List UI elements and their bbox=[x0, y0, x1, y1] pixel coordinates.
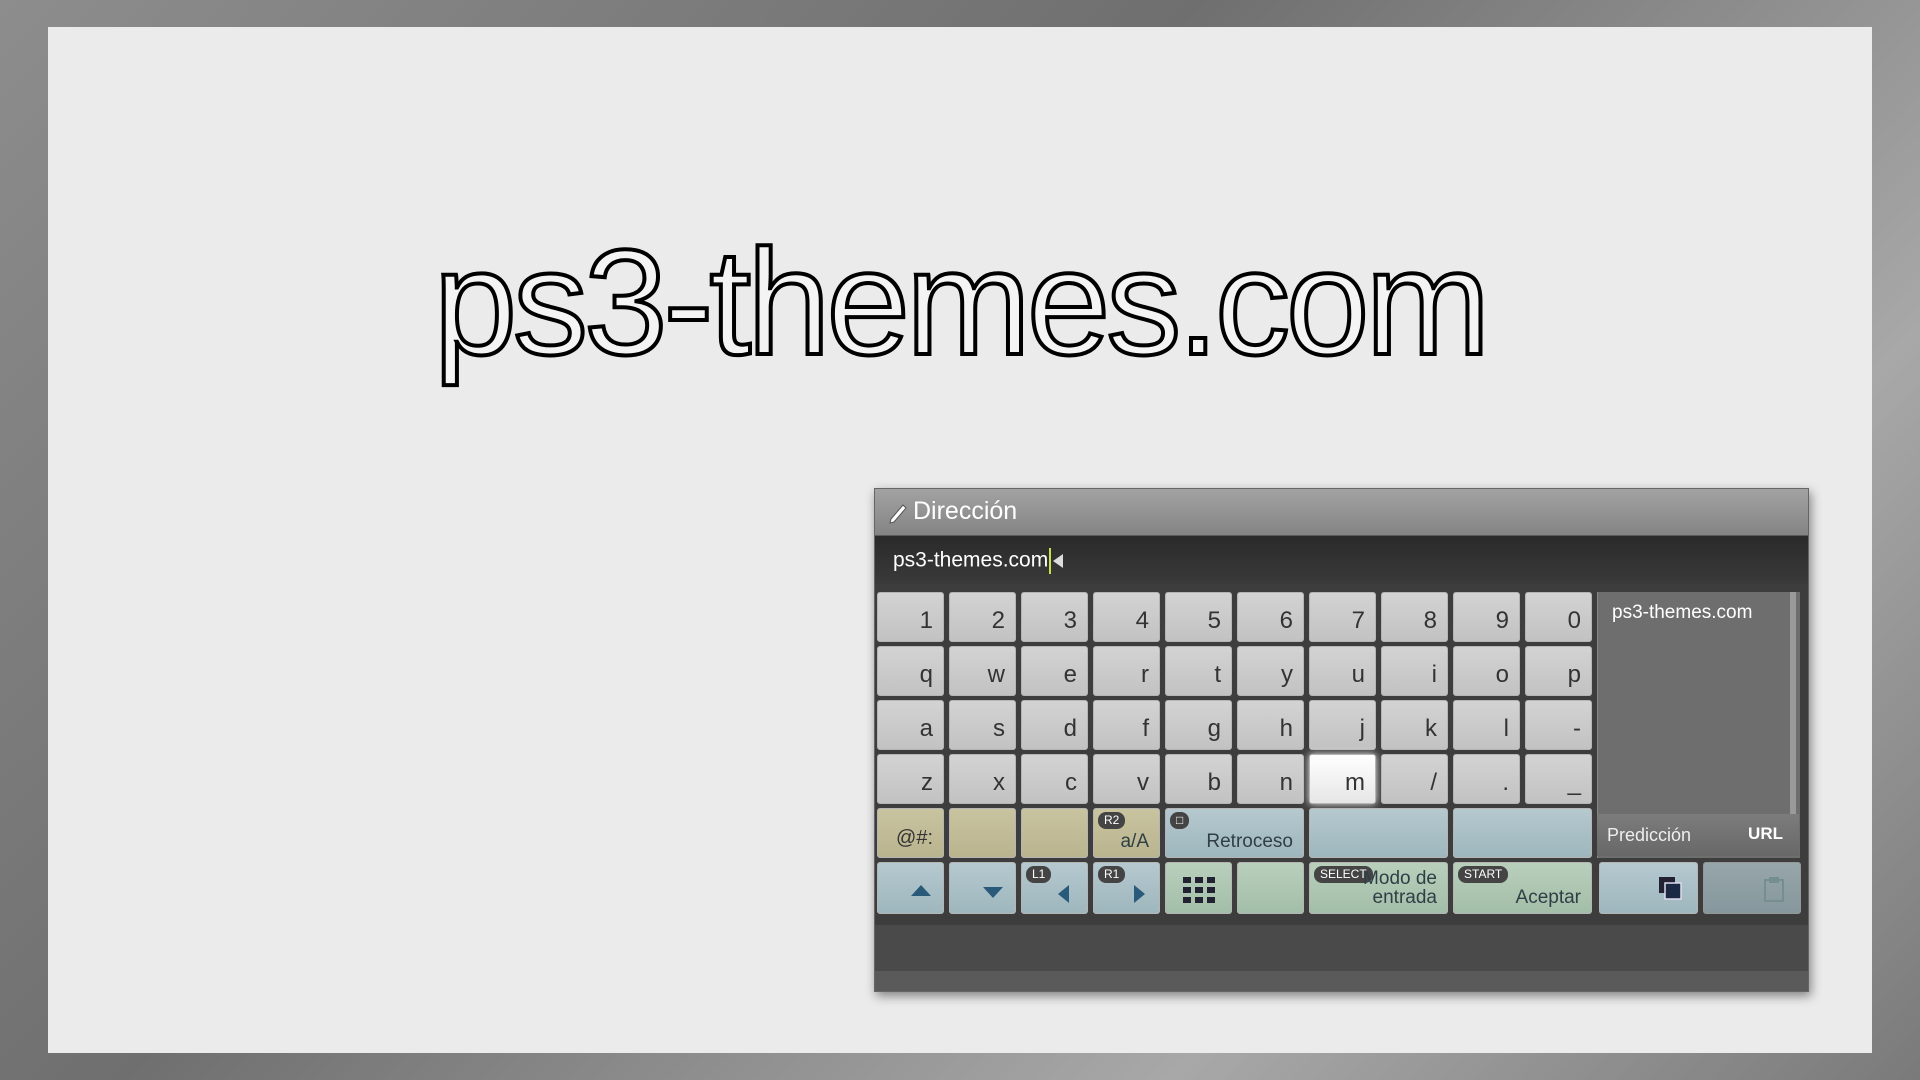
backspace-label: Retroceso bbox=[1206, 831, 1293, 852]
blank-key-3[interactable] bbox=[1453, 808, 1592, 858]
key-a[interactable]: a bbox=[877, 700, 944, 750]
key-0[interactable]: 0 bbox=[1525, 592, 1592, 642]
case-toggle-label: a/A bbox=[1120, 831, 1149, 852]
key-o[interactable]: o bbox=[1453, 646, 1520, 696]
key-n[interactable]: n bbox=[1237, 754, 1304, 804]
key-grid: 1 2 3 4 5 6 7 8 9 0 q w e r t y u i o p … bbox=[877, 592, 1801, 918]
key-underscore[interactable]: _ bbox=[1525, 754, 1592, 804]
key-t[interactable]: t bbox=[1165, 646, 1232, 696]
r1-badge: R1 bbox=[1098, 866, 1126, 884]
dialog-title-bar: Dirección bbox=[875, 489, 1808, 536]
arrow-left-icon bbox=[1058, 885, 1069, 903]
keyboard-layout-key[interactable] bbox=[1165, 862, 1232, 914]
blank-key-2[interactable] bbox=[1021, 808, 1088, 858]
dialog-title: Dirección bbox=[913, 497, 1018, 525]
address-input-value[interactable]: ps3-themes.com bbox=[893, 548, 1064, 574]
key-v[interactable]: v bbox=[1093, 754, 1160, 804]
key-w[interactable]: w bbox=[949, 646, 1016, 696]
grid-icon bbox=[1183, 877, 1215, 903]
backspace-key[interactable]: □ Retroceso bbox=[1165, 808, 1304, 858]
key-7[interactable]: 7 bbox=[1309, 592, 1376, 642]
dialog-footer bbox=[875, 925, 1808, 971]
copy-key[interactable] bbox=[1599, 862, 1698, 914]
key-6[interactable]: 6 bbox=[1237, 592, 1304, 642]
arrow-down-icon bbox=[983, 887, 1003, 898]
address-input[interactable]: ps3-themes.com bbox=[875, 536, 1808, 584]
text-caret bbox=[1049, 548, 1052, 574]
url-mode-badge[interactable]: URL bbox=[1748, 824, 1783, 844]
key-j[interactable]: j bbox=[1309, 700, 1376, 750]
key-4[interactable]: 4 bbox=[1093, 592, 1160, 642]
paste-key[interactable] bbox=[1703, 862, 1801, 914]
key-g[interactable]: g bbox=[1165, 700, 1232, 750]
key-z[interactable]: z bbox=[877, 754, 944, 804]
key-y[interactable]: y bbox=[1237, 646, 1304, 696]
key-r[interactable]: r bbox=[1093, 646, 1160, 696]
key-5[interactable]: 5 bbox=[1165, 592, 1232, 642]
l1-badge: L1 bbox=[1026, 866, 1052, 884]
copy-icon bbox=[1659, 877, 1682, 900]
page-headline: ps3-themes.com bbox=[432, 218, 1493, 386]
key-k[interactable]: k bbox=[1381, 700, 1448, 750]
key-period[interactable]: . bbox=[1453, 754, 1520, 804]
arrow-right-icon bbox=[1134, 885, 1145, 903]
scroll-down-key[interactable] bbox=[949, 862, 1016, 914]
key-3[interactable]: 3 bbox=[1021, 592, 1088, 642]
key-1[interactable]: 1 bbox=[877, 592, 944, 642]
key-f[interactable]: f bbox=[1093, 700, 1160, 750]
clipboard-icon bbox=[1764, 877, 1784, 902]
key-m-selected[interactable]: m bbox=[1309, 754, 1376, 804]
prediction-scrollbar[interactable] bbox=[1790, 592, 1796, 822]
key-hyphen[interactable]: - bbox=[1525, 700, 1592, 750]
square-button-badge: □ bbox=[1170, 812, 1190, 830]
key-2[interactable]: 2 bbox=[949, 592, 1016, 642]
key-slash[interactable]: / bbox=[1381, 754, 1448, 804]
key-s[interactable]: s bbox=[949, 700, 1016, 750]
key-p[interactable]: p bbox=[1525, 646, 1592, 696]
space-key[interactable] bbox=[1309, 808, 1448, 858]
arrow-up-icon bbox=[911, 885, 931, 896]
symbols-key[interactable]: @#: bbox=[877, 808, 944, 858]
accept-label: Aceptar bbox=[1515, 887, 1581, 908]
prediction-label: Predicción bbox=[1607, 825, 1692, 845]
key-l[interactable]: l bbox=[1453, 700, 1520, 750]
key-x[interactable]: x bbox=[949, 754, 1016, 804]
prediction-mode-bar: Predicción URL bbox=[1597, 814, 1799, 856]
scroll-up-key[interactable] bbox=[877, 862, 944, 914]
key-c[interactable]: c bbox=[1021, 754, 1088, 804]
on-screen-keyboard-dialog: Dirección ps3-themes.com 1 2 3 4 5 6 7 8… bbox=[874, 488, 1809, 992]
cursor-left-key[interactable]: L1 bbox=[1021, 862, 1088, 914]
input-mode-label: Modo de entrada bbox=[1363, 868, 1437, 908]
case-toggle-key[interactable]: R2 a/A bbox=[1093, 808, 1160, 858]
dialog-footer-bottom bbox=[875, 971, 1808, 991]
blank-key-1[interactable] bbox=[949, 808, 1016, 858]
key-e[interactable]: e bbox=[1021, 646, 1088, 696]
accept-key[interactable]: START Aceptar bbox=[1453, 862, 1592, 914]
input-text: ps3-themes.com bbox=[893, 548, 1049, 572]
key-u[interactable]: u bbox=[1309, 646, 1376, 696]
r2-badge: R2 bbox=[1098, 812, 1126, 830]
blank-key-4[interactable] bbox=[1237, 862, 1304, 914]
key-b[interactable]: b bbox=[1165, 754, 1232, 804]
prediction-item[interactable]: ps3-themes.com bbox=[1612, 602, 1752, 624]
key-d[interactable]: d bbox=[1021, 700, 1088, 750]
key-9[interactable]: 9 bbox=[1453, 592, 1520, 642]
key-i[interactable]: i bbox=[1381, 646, 1448, 696]
key-h[interactable]: h bbox=[1237, 700, 1304, 750]
pencil-icon bbox=[889, 504, 907, 524]
cursor-right-key[interactable]: R1 bbox=[1093, 862, 1160, 914]
input-mode-key[interactable]: SELECT Modo de entrada bbox=[1309, 862, 1448, 914]
key-q[interactable]: q bbox=[877, 646, 944, 696]
start-badge: START bbox=[1458, 866, 1509, 884]
key-8[interactable]: 8 bbox=[1381, 592, 1448, 642]
cursor-left-icon bbox=[1053, 554, 1064, 568]
